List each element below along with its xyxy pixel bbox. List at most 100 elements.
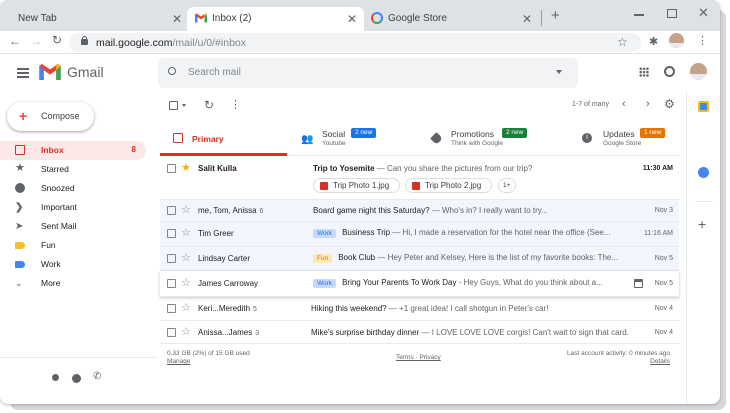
star-icon[interactable]: ☆: [181, 253, 191, 264]
star-icon[interactable]: ☆: [181, 303, 191, 314]
image-file-icon: [412, 182, 420, 190]
sidebar: + Compose Inbox 8 ★ Starred Snoozed ❯ Im…: [0, 91, 160, 404]
close-icon[interactable]: ✕: [172, 12, 182, 26]
window-close-icon[interactable]: ✕: [698, 5, 709, 21]
tab-updates[interactable]: i Updates 1 new Google Store: [572, 125, 680, 156]
search-options-icon[interactable]: [556, 70, 562, 74]
prev-page-icon[interactable]: ‹: [622, 98, 626, 110]
attachment-chip[interactable]: Trip Photo 1.jpg: [313, 178, 400, 193]
refresh-icon[interactable]: ↻: [204, 98, 214, 112]
email-row[interactable]: ★ Salit Kulla Trip to Yosemite — Can you…: [160, 157, 679, 200]
bookmark-star-icon[interactable]: ☆: [617, 35, 628, 49]
email-snippet: — Who's in? I really want to try...: [429, 206, 548, 215]
email-subject-line: Work Business Trip — Hi, I made a reserva…: [313, 228, 631, 238]
row-checkbox[interactable]: [167, 279, 176, 288]
new-tab-icon[interactable]: +: [551, 7, 560, 24]
tab-new-tab[interactable]: New Tab ✕: [6, 7, 186, 31]
tab-social[interactable]: 👥 Social 2 new Youtube: [291, 125, 416, 156]
hangouts-icon[interactable]: [72, 374, 81, 383]
search-icon[interactable]: [168, 67, 176, 75]
sidebar-item-fun[interactable]: Fun: [0, 236, 146, 255]
contacts-icon[interactable]: [52, 374, 59, 381]
extensions-puzzle-icon[interactable]: ✱: [649, 35, 658, 48]
compose-button[interactable]: + Compose: [7, 102, 94, 131]
row-checkbox[interactable]: [167, 229, 176, 238]
sidebar-item-label: Inbox: [41, 145, 64, 155]
sidebar-item-inbox[interactable]: Inbox 8: [0, 141, 146, 160]
sidebar-divider: [0, 357, 158, 358]
add-addon-icon[interactable]: +: [698, 216, 706, 232]
label-chip-work[interactable]: Work: [313, 229, 337, 238]
attachment-chip[interactable]: Trip Photo 2.jpg: [405, 178, 492, 193]
label-chip-fun[interactable]: Fun: [313, 254, 333, 263]
row-checkbox[interactable]: [167, 164, 176, 173]
tab-inbox[interactable]: Inbox (2) ✕: [187, 7, 364, 31]
sidebar-item-more[interactable]: ⌄ More: [0, 274, 146, 293]
email-snippet: — Can you share the pictures from our tr…: [374, 164, 533, 173]
star-icon[interactable]: ☆: [181, 327, 191, 338]
email-subject-line: Work Bring Your Parents To Work Day - Hey…: [313, 278, 618, 288]
row-checkbox[interactable]: [167, 304, 176, 313]
tab-promotions[interactable]: Promotions 2 new Think with Google: [421, 125, 569, 156]
email-date: Nov 5: [654, 280, 673, 287]
starred-icon[interactable]: ★: [181, 163, 191, 174]
reload-icon[interactable]: ↻: [52, 33, 62, 47]
terms-privacy-link[interactable]: Terms · Privacy: [396, 354, 441, 361]
email-row[interactable]: ☆ Anissa...James 3 Mike's surprise birthd…: [160, 321, 679, 344]
calendar-icon[interactable]: [634, 279, 643, 288]
profile-avatar[interactable]: [669, 33, 684, 48]
address-bar-row: ← → ↻ mail.google.com/mail/u/0/#inbox ☆ …: [0, 31, 720, 54]
apps-grid-icon[interactable]: [639, 67, 649, 77]
email-date: Nov 4: [654, 329, 673, 336]
row-checkbox[interactable]: [167, 206, 176, 215]
row-checkbox[interactable]: [167, 328, 176, 337]
sidebar-item-starred[interactable]: ★ Starred: [0, 160, 146, 179]
tasks-app-icon[interactable]: [698, 167, 709, 178]
close-icon[interactable]: ✕: [347, 12, 357, 26]
email-date: Nov 4: [654, 305, 673, 312]
sidebar-item-sent[interactable]: ➤ Sent Mail: [0, 217, 146, 236]
star-icon[interactable]: ☆: [181, 205, 191, 216]
email-row[interactable]: ☆ me, Tom, Anissa 6 Board game night this…: [160, 200, 679, 222]
more-attachments-chip[interactable]: 1+: [498, 178, 516, 193]
more-options-icon[interactable]: ⋮: [230, 98, 241, 111]
user-avatar[interactable]: [690, 63, 707, 80]
account-ring-icon[interactable]: [664, 66, 675, 77]
forward-icon[interactable]: →: [30, 34, 42, 48]
omnibox[interactable]: mail.google.com/mail/u/0/#inbox ☆: [69, 33, 641, 52]
details-link[interactable]: Details: [650, 358, 670, 365]
label-chip-work[interactable]: Work: [313, 279, 337, 288]
manage-storage-link[interactable]: Manage: [167, 358, 191, 365]
next-page-icon[interactable]: ›: [646, 98, 650, 110]
main-menu-icon[interactable]: [17, 68, 29, 70]
select-all-checkbox[interactable]: [169, 101, 178, 110]
lock-shackle: [82, 36, 87, 41]
search-input[interactable]: Search mail: [188, 67, 241, 78]
calendar-app-icon[interactable]: [698, 101, 709, 112]
row-checkbox[interactable]: [167, 254, 176, 263]
phone-icon[interactable]: ✆: [93, 371, 101, 382]
sidebar-item-snoozed[interactable]: Snoozed: [0, 179, 146, 198]
browser-menu-icon[interactable]: ⋮: [697, 34, 708, 47]
star-icon[interactable]: ☆: [181, 278, 191, 289]
sidebar-item-important[interactable]: ❯ Important: [0, 198, 146, 217]
email-snippet: - Hey Guys, What do you think about a...: [456, 278, 603, 287]
close-icon[interactable]: ✕: [522, 12, 532, 26]
settings-gear-icon[interactable]: ⚙: [664, 97, 675, 111]
select-dropdown-icon[interactable]: [182, 104, 186, 107]
email-sender-line: Keri...Meredith 5: [198, 304, 257, 313]
tab-google-store[interactable]: Google Store ✕: [365, 7, 541, 31]
gmail-logo-icon[interactable]: [39, 64, 61, 80]
star-icon[interactable]: ☆: [181, 228, 191, 239]
minimize-icon[interactable]: [634, 14, 644, 16]
sidebar-item-work[interactable]: Work: [0, 255, 146, 274]
tab-primary[interactable]: Primary: [160, 125, 287, 156]
url-host: mail.google.com: [96, 37, 173, 49]
email-row-hovered[interactable]: ☆ James Carroway Work Bring Your Parents …: [160, 271, 679, 297]
email-row[interactable]: ☆ Tim Greer Work Business Trip — Hi, I ma…: [160, 222, 679, 247]
email-row[interactable]: ☆ Lindsay Carter Fun Book Club — Hey Pete…: [160, 247, 679, 271]
email-row[interactable]: ☆ Keri...Meredith 5 Hiking this weekend? …: [160, 297, 679, 321]
back-icon[interactable]: ←: [9, 34, 21, 48]
search-bar[interactable]: Search mail: [158, 58, 578, 88]
maximize-icon[interactable]: [667, 9, 677, 18]
